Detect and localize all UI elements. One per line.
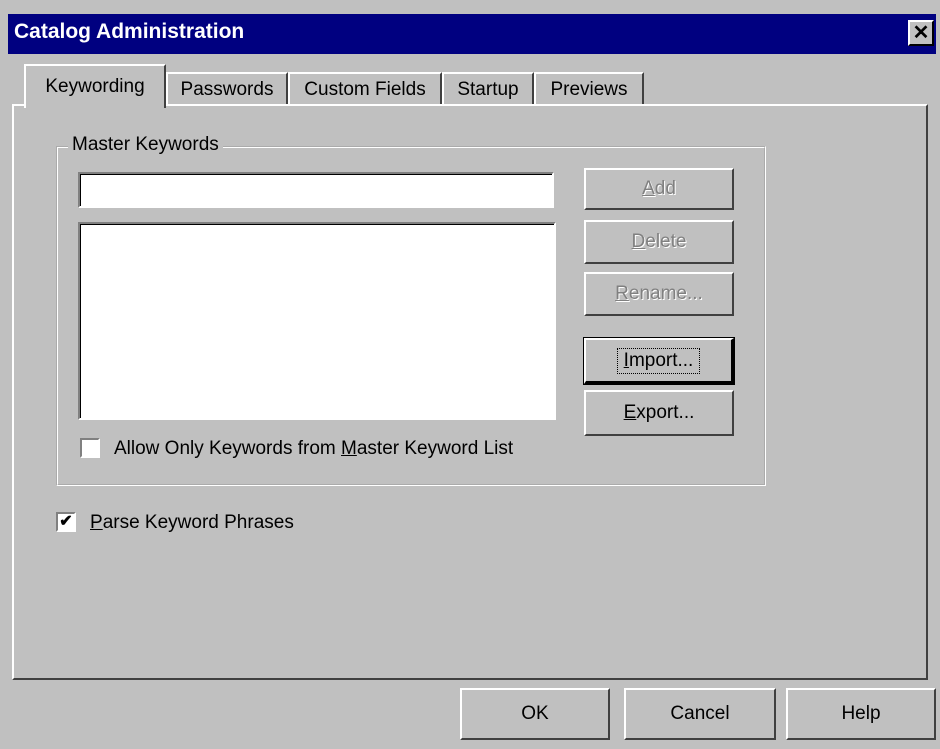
checkmark-icon: ✔: [59, 513, 73, 530]
mnemonic: E: [623, 402, 637, 423]
window-title: Catalog Administration: [14, 20, 245, 43]
tab-label: Previews: [550, 79, 628, 100]
mnemonic: M: [341, 438, 357, 459]
tab-label: Keywording: [45, 76, 145, 97]
tab-keywording[interactable]: Keywording: [24, 64, 166, 108]
tab-label: Passwords: [180, 79, 274, 100]
parse-keyword-phrases-label[interactable]: Parse Keyword Phrases: [90, 512, 294, 534]
button-label: xport...: [636, 402, 695, 423]
button-label: elete: [645, 231, 687, 252]
parse-keyword-phrases-checkbox[interactable]: ✔: [56, 512, 76, 532]
group-label: Master Keywords: [68, 134, 223, 156]
cancel-button[interactable]: Cancel: [624, 688, 776, 740]
mnemonic: P: [90, 512, 103, 533]
keyword-list[interactable]: [78, 222, 556, 420]
label-text: arse Keyword Phrases: [102, 512, 294, 533]
title-bar: Catalog Administration ✕: [8, 14, 936, 54]
button-label: OK: [521, 703, 549, 724]
label-text: Allow Only Keywords from: [114, 438, 342, 459]
button-label: mport...: [628, 349, 694, 371]
tab-passwords[interactable]: Passwords: [166, 72, 288, 106]
mnemonic: D: [631, 231, 646, 252]
import-button[interactable]: Import...: [583, 337, 735, 385]
tab-label: Custom Fields: [304, 79, 426, 100]
tab-custom-fields[interactable]: Custom Fields: [288, 72, 442, 106]
ok-button[interactable]: OK: [460, 688, 610, 740]
button-label: Cancel: [670, 703, 730, 724]
export-button[interactable]: Export...: [584, 390, 734, 436]
keyword-input[interactable]: [78, 172, 554, 208]
close-icon: ✕: [912, 22, 930, 44]
mnemonic: A: [642, 178, 655, 199]
rename-button[interactable]: Rename...: [584, 272, 734, 316]
allow-only-keywords-checkbox[interactable]: [80, 438, 100, 458]
help-button[interactable]: Help: [786, 688, 936, 740]
add-button[interactable]: Add: [584, 168, 734, 210]
tab-label: Startup: [457, 79, 519, 100]
button-label: Help: [841, 703, 881, 724]
focus-rect: Import...: [616, 347, 701, 374]
label-text: aster Keyword List: [356, 438, 514, 459]
mnemonic: R: [615, 283, 629, 304]
tab-previews[interactable]: Previews: [534, 72, 644, 106]
delete-button[interactable]: Delete: [584, 220, 734, 264]
button-label: ename...: [628, 283, 703, 304]
tab-startup[interactable]: Startup: [442, 72, 534, 106]
button-label: dd: [654, 178, 676, 199]
close-button[interactable]: ✕: [908, 20, 934, 46]
allow-only-keywords-label[interactable]: Allow Only Keywords from Master Keyword …: [114, 438, 513, 460]
